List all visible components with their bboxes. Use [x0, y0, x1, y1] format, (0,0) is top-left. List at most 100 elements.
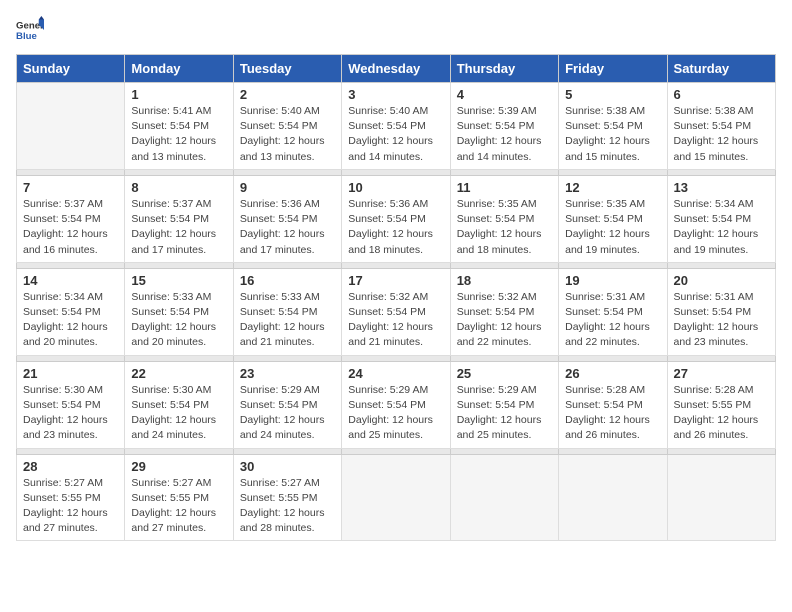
calendar-day-cell: 17 Sunrise: 5:32 AM Sunset: 5:54 PM Dayli… — [342, 268, 450, 355]
day-number: 29 — [131, 459, 226, 474]
calendar-day-cell — [342, 454, 450, 541]
page-header: General Blue — [16, 16, 776, 44]
calendar-day-cell: 21 Sunrise: 5:30 AM Sunset: 5:54 PM Dayli… — [17, 361, 125, 448]
day-info: Sunrise: 5:34 AM Sunset: 5:54 PM Dayligh… — [23, 290, 118, 351]
day-number: 30 — [240, 459, 335, 474]
calendar-day-cell: 13 Sunrise: 5:34 AM Sunset: 5:54 PM Dayli… — [667, 175, 775, 262]
day-number: 14 — [23, 273, 118, 288]
calendar-day-cell: 27 Sunrise: 5:28 AM Sunset: 5:55 PM Dayli… — [667, 361, 775, 448]
calendar-day-cell: 24 Sunrise: 5:29 AM Sunset: 5:54 PM Dayli… — [342, 361, 450, 448]
calendar-day-cell: 29 Sunrise: 5:27 AM Sunset: 5:55 PM Dayli… — [125, 454, 233, 541]
day-info: Sunrise: 5:31 AM Sunset: 5:54 PM Dayligh… — [565, 290, 660, 351]
calendar-day-cell: 12 Sunrise: 5:35 AM Sunset: 5:54 PM Dayli… — [559, 175, 667, 262]
day-info: Sunrise: 5:28 AM Sunset: 5:55 PM Dayligh… — [674, 383, 769, 444]
calendar-weekday-wednesday: Wednesday — [342, 55, 450, 83]
calendar-week-row: 21 Sunrise: 5:30 AM Sunset: 5:54 PM Dayli… — [17, 361, 776, 448]
calendar-day-cell: 7 Sunrise: 5:37 AM Sunset: 5:54 PM Daylig… — [17, 175, 125, 262]
day-info: Sunrise: 5:35 AM Sunset: 5:54 PM Dayligh… — [565, 197, 660, 258]
day-number: 12 — [565, 180, 660, 195]
calendar-day-cell — [667, 454, 775, 541]
day-number: 26 — [565, 366, 660, 381]
day-info: Sunrise: 5:40 AM Sunset: 5:54 PM Dayligh… — [348, 104, 443, 165]
day-info: Sunrise: 5:29 AM Sunset: 5:54 PM Dayligh… — [348, 383, 443, 444]
day-info: Sunrise: 5:31 AM Sunset: 5:54 PM Dayligh… — [674, 290, 769, 351]
day-info: Sunrise: 5:35 AM Sunset: 5:54 PM Dayligh… — [457, 197, 552, 258]
day-info: Sunrise: 5:27 AM Sunset: 5:55 PM Dayligh… — [240, 476, 335, 537]
day-info: Sunrise: 5:30 AM Sunset: 5:54 PM Dayligh… — [131, 383, 226, 444]
calendar-day-cell: 22Sunrise: 5:30 AM Sunset: 5:54 PM Dayli… — [125, 361, 233, 448]
calendar-day-cell — [559, 454, 667, 541]
calendar-day-cell: 16Sunrise: 5:33 AM Sunset: 5:54 PM Dayli… — [233, 268, 341, 355]
day-info: Sunrise: 5:40 AM Sunset: 5:54 PM Dayligh… — [240, 104, 335, 165]
day-number: 17 — [348, 273, 443, 288]
calendar-weekday-sunday: Sunday — [17, 55, 125, 83]
day-number: 21 — [23, 366, 118, 381]
day-number: 24 — [348, 366, 443, 381]
calendar-weekday-friday: Friday — [559, 55, 667, 83]
calendar-day-cell: 1Sunrise: 5:41 AM Sunset: 5:54 PM Daylig… — [125, 83, 233, 170]
day-info: Sunrise: 5:32 AM Sunset: 5:54 PM Dayligh… — [457, 290, 552, 351]
day-info: Sunrise: 5:34 AM Sunset: 5:54 PM Dayligh… — [674, 197, 769, 258]
day-info: Sunrise: 5:39 AM Sunset: 5:54 PM Dayligh… — [457, 104, 552, 165]
day-info: Sunrise: 5:29 AM Sunset: 5:54 PM Dayligh… — [240, 383, 335, 444]
day-number: 9 — [240, 180, 335, 195]
day-number: 7 — [23, 180, 118, 195]
day-info: Sunrise: 5:41 AM Sunset: 5:54 PM Dayligh… — [131, 104, 226, 165]
day-info: Sunrise: 5:27 AM Sunset: 5:55 PM Dayligh… — [131, 476, 226, 537]
day-number: 8 — [131, 180, 226, 195]
calendar-day-cell: 4 Sunrise: 5:39 AM Sunset: 5:54 PM Daylig… — [450, 83, 558, 170]
calendar-day-cell: 11 Sunrise: 5:35 AM Sunset: 5:54 PM Dayli… — [450, 175, 558, 262]
calendar-week-row: 1Sunrise: 5:41 AM Sunset: 5:54 PM Daylig… — [17, 83, 776, 170]
calendar-day-cell — [17, 83, 125, 170]
day-number: 18 — [457, 273, 552, 288]
day-number: 23 — [240, 366, 335, 381]
calendar-body: 1Sunrise: 5:41 AM Sunset: 5:54 PM Daylig… — [17, 83, 776, 541]
day-number: 19 — [565, 273, 660, 288]
day-number: 11 — [457, 180, 552, 195]
calendar-day-cell: 25Sunrise: 5:29 AM Sunset: 5:54 PM Dayli… — [450, 361, 558, 448]
day-number: 2 — [240, 87, 335, 102]
calendar-weekday-monday: Monday — [125, 55, 233, 83]
day-info: Sunrise: 5:36 AM Sunset: 5:54 PM Dayligh… — [240, 197, 335, 258]
calendar-day-cell: 5 Sunrise: 5:38 AM Sunset: 5:54 PM Daylig… — [559, 83, 667, 170]
calendar-week-row: 7 Sunrise: 5:37 AM Sunset: 5:54 PM Daylig… — [17, 175, 776, 262]
calendar-weekday-saturday: Saturday — [667, 55, 775, 83]
day-info: Sunrise: 5:32 AM Sunset: 5:54 PM Dayligh… — [348, 290, 443, 351]
logo-icon: General Blue — [16, 16, 44, 44]
day-info: Sunrise: 5:37 AM Sunset: 5:54 PM Dayligh… — [131, 197, 226, 258]
day-number: 3 — [348, 87, 443, 102]
day-info: Sunrise: 5:38 AM Sunset: 5:54 PM Dayligh… — [565, 104, 660, 165]
calendar-day-cell: 2 Sunrise: 5:40 AM Sunset: 5:54 PM Daylig… — [233, 83, 341, 170]
calendar-day-cell: 10Sunrise: 5:36 AM Sunset: 5:54 PM Dayli… — [342, 175, 450, 262]
day-number: 27 — [674, 366, 769, 381]
calendar-day-cell: 19 Sunrise: 5:31 AM Sunset: 5:54 PM Dayli… — [559, 268, 667, 355]
day-number: 6 — [674, 87, 769, 102]
calendar-day-cell: 9 Sunrise: 5:36 AM Sunset: 5:54 PM Daylig… — [233, 175, 341, 262]
calendar-day-cell: 15Sunrise: 5:33 AM Sunset: 5:54 PM Dayli… — [125, 268, 233, 355]
calendar-day-cell: 6 Sunrise: 5:38 AM Sunset: 5:54 PM Daylig… — [667, 83, 775, 170]
calendar-day-cell: 26Sunrise: 5:28 AM Sunset: 5:54 PM Dayli… — [559, 361, 667, 448]
day-number: 28 — [23, 459, 118, 474]
calendar-header-row: SundayMondayTuesdayWednesdayThursdayFrid… — [17, 55, 776, 83]
calendar-week-row: 14 Sunrise: 5:34 AM Sunset: 5:54 PM Dayli… — [17, 268, 776, 355]
day-info: Sunrise: 5:38 AM Sunset: 5:54 PM Dayligh… — [674, 104, 769, 165]
calendar-day-cell: 3 Sunrise: 5:40 AM Sunset: 5:54 PM Daylig… — [342, 83, 450, 170]
calendar-day-cell: 28 Sunrise: 5:27 AM Sunset: 5:55 PM Dayli… — [17, 454, 125, 541]
calendar-week-row: 28 Sunrise: 5:27 AM Sunset: 5:55 PM Dayli… — [17, 454, 776, 541]
day-number: 5 — [565, 87, 660, 102]
calendar-weekday-tuesday: Tuesday — [233, 55, 341, 83]
calendar-table: SundayMondayTuesdayWednesdayThursdayFrid… — [16, 54, 776, 541]
logo: General Blue — [16, 16, 44, 44]
calendar-day-cell: 20Sunrise: 5:31 AM Sunset: 5:54 PM Dayli… — [667, 268, 775, 355]
day-info: Sunrise: 5:37 AM Sunset: 5:54 PM Dayligh… — [23, 197, 118, 258]
calendar-day-cell: 14 Sunrise: 5:34 AM Sunset: 5:54 PM Dayli… — [17, 268, 125, 355]
day-number: 13 — [674, 180, 769, 195]
calendar-day-cell: 18 Sunrise: 5:32 AM Sunset: 5:54 PM Dayli… — [450, 268, 558, 355]
day-number: 4 — [457, 87, 552, 102]
calendar-day-cell: 23 Sunrise: 5:29 AM Sunset: 5:54 PM Dayli… — [233, 361, 341, 448]
day-info: Sunrise: 5:27 AM Sunset: 5:55 PM Dayligh… — [23, 476, 118, 537]
day-info: Sunrise: 5:30 AM Sunset: 5:54 PM Dayligh… — [23, 383, 118, 444]
calendar-day-cell: 8 Sunrise: 5:37 AM Sunset: 5:54 PM Daylig… — [125, 175, 233, 262]
calendar-day-cell: 30 Sunrise: 5:27 AM Sunset: 5:55 PM Dayli… — [233, 454, 341, 541]
calendar-weekday-thursday: Thursday — [450, 55, 558, 83]
